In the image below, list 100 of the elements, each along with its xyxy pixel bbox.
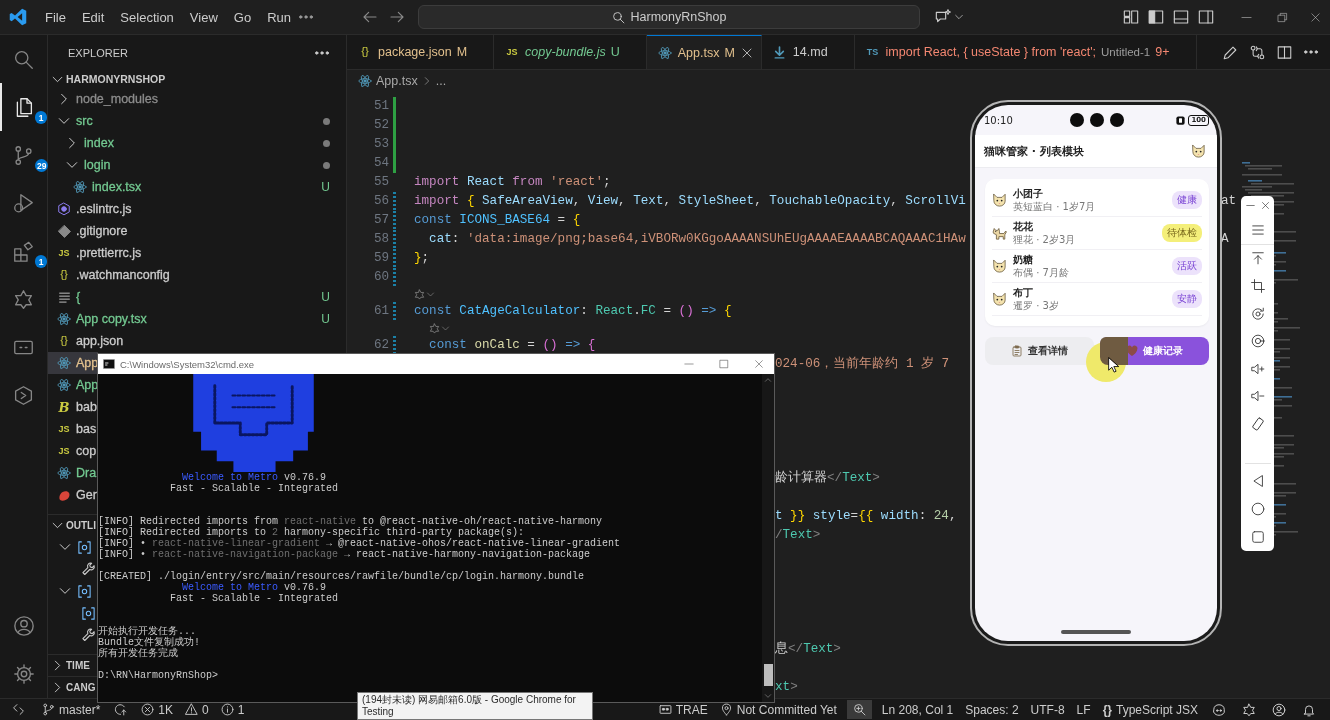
search-icon[interactable] bbox=[13, 48, 34, 70]
publish-icon[interactable] bbox=[114, 703, 128, 716]
bell-icon[interactable] bbox=[1302, 702, 1316, 717]
align-top-icon[interactable] bbox=[1250, 251, 1265, 266]
source-control-icon[interactable] bbox=[13, 144, 34, 166]
camera-cutout-icon bbox=[1109, 113, 1124, 127]
file-tree-item[interactable]: Dra bbox=[48, 462, 97, 484]
section-header[interactable]: CANG bbox=[48, 677, 96, 698]
scrollbar-thumb[interactable] bbox=[763, 664, 773, 686]
problem-count[interactable]: 0 bbox=[179, 702, 215, 717]
react-icon bbox=[657, 45, 672, 60]
robot-face-icon[interactable] bbox=[1212, 702, 1226, 717]
sidebar-toggle-icon[interactable] bbox=[1148, 9, 1164, 25]
section-header[interactable]: HARMONYRNSHOP bbox=[48, 70, 166, 88]
file-tree-item[interactable]: JS .prettierrc.js bbox=[48, 242, 142, 264]
star-icon[interactable] bbox=[429, 322, 440, 334]
crop-icon[interactable] bbox=[1250, 279, 1265, 293]
problem-count[interactable]: 1 bbox=[214, 702, 251, 717]
breadcrumb-item[interactable]: ... bbox=[435, 74, 447, 88]
variable-icon[interactable] bbox=[77, 539, 92, 555]
file-tree-item[interactable]: login bbox=[48, 154, 346, 176]
file-tree-item[interactable]: .gitignore bbox=[48, 220, 128, 242]
close-icon[interactable] bbox=[740, 46, 753, 59]
editor-tab[interactable]: App.tsx M bbox=[646, 35, 762, 69]
status-item[interactable]: Not Committed Yet bbox=[713, 702, 843, 717]
back-icon[interactable] bbox=[362, 9, 378, 25]
zoom-button[interactable] bbox=[846, 700, 872, 719]
code-fragment: A bbox=[1221, 231, 1229, 246]
line-number: 62 bbox=[373, 337, 389, 352]
wrench-icon[interactable] bbox=[81, 561, 96, 577]
chat-sparkle-icon[interactable] bbox=[935, 9, 951, 25]
section-header[interactable]: OUTLI bbox=[48, 515, 96, 536]
compare-icon[interactable] bbox=[1250, 44, 1265, 60]
hexagon-icon[interactable] bbox=[13, 384, 34, 406]
menu-item[interactable]: Go bbox=[225, 6, 260, 28]
menu-item[interactable]: Edit bbox=[73, 6, 113, 28]
branch-indicator[interactable]: master* bbox=[36, 702, 107, 717]
search-field[interactable]: HarmonyRnShop bbox=[418, 5, 920, 29]
file-tree-item[interactable]: {} .watchmanconfig bbox=[48, 264, 170, 286]
file-tree-item[interactable]: src bbox=[48, 110, 346, 132]
status-item[interactable]: Spaces: 2 bbox=[959, 702, 1025, 717]
chevron-icon[interactable] bbox=[954, 12, 964, 22]
file-tree-item[interactable]: { U bbox=[48, 286, 346, 308]
star-icon[interactable] bbox=[13, 288, 34, 310]
pencil-icon[interactable] bbox=[1223, 44, 1238, 60]
split-editor-icon[interactable] bbox=[1277, 44, 1292, 60]
volume-up-icon[interactable] bbox=[1250, 361, 1265, 376]
rotate-icon[interactable] bbox=[1250, 306, 1265, 321]
status-item[interactable]: UTF-8 bbox=[1024, 702, 1071, 717]
action-button[interactable]: 查看详情 bbox=[985, 337, 1094, 365]
home-icon[interactable] bbox=[1250, 502, 1265, 516]
file-tree-item[interactable]: Ger bbox=[48, 484, 97, 506]
file-tree-item[interactable]: App copy.tsx U bbox=[48, 308, 346, 330]
breadcrumb-item[interactable]: App.tsx bbox=[357, 73, 418, 89]
file-tree-item[interactable]: node_modules bbox=[48, 88, 158, 110]
file-tree-item[interactable]: App bbox=[48, 374, 99, 396]
file-tree-item[interactable]: index.tsx U bbox=[48, 176, 346, 198]
star-icon[interactable] bbox=[1242, 702, 1256, 717]
menu-item[interactable]: Run bbox=[259, 6, 299, 28]
file-tree-item[interactable]: .eslintrc.js bbox=[48, 198, 132, 220]
secondary-sidebar-icon[interactable] bbox=[1198, 9, 1214, 25]
wrench-icon[interactable] bbox=[81, 627, 96, 643]
layout-icon[interactable] bbox=[1123, 9, 1139, 25]
rotate-device-icon[interactable] bbox=[1250, 416, 1265, 431]
problem-count[interactable]: 1K bbox=[135, 702, 180, 717]
variable-icon[interactable] bbox=[81, 605, 96, 621]
file-tree-item[interactable]: {} app.json bbox=[48, 330, 124, 352]
account-icon[interactable] bbox=[1272, 702, 1286, 717]
extensions-icon[interactable] bbox=[13, 240, 34, 262]
file-tree-item[interactable]: App bbox=[48, 352, 99, 374]
variable-icon[interactable] bbox=[77, 583, 92, 599]
menu-item[interactable]: View bbox=[181, 6, 226, 28]
menu-item[interactable]: File bbox=[37, 6, 74, 28]
recents-icon[interactable] bbox=[1250, 530, 1265, 544]
section-header[interactable]: TIME bbox=[48, 655, 90, 676]
run-debug-icon[interactable] bbox=[13, 192, 34, 214]
file-tree-item[interactable]: B bab bbox=[48, 396, 97, 418]
menu-item[interactable]: Selection bbox=[112, 6, 182, 28]
star-icon[interactable] bbox=[414, 288, 425, 300]
close-icon[interactable] bbox=[1260, 200, 1270, 210]
panel-toggle-icon[interactable] bbox=[1173, 9, 1189, 25]
angle-brackets-icon[interactable] bbox=[11, 703, 25, 716]
close-icon[interactable] bbox=[1309, 11, 1321, 23]
restore-icon[interactable] bbox=[1276, 11, 1288, 23]
settings-icon[interactable] bbox=[12, 663, 35, 685]
forward-icon[interactable] bbox=[389, 9, 405, 25]
account-icon[interactable] bbox=[12, 615, 35, 637]
status-item[interactable]: TRAE bbox=[652, 702, 714, 717]
file-tree-item[interactable]: JS cop bbox=[48, 440, 97, 462]
file-tree-item[interactable]: JS bas bbox=[48, 418, 97, 440]
maximize-icon[interactable] bbox=[719, 359, 729, 369]
volume-down-icon[interactable] bbox=[1250, 389, 1265, 404]
record-icon[interactable] bbox=[1250, 334, 1265, 349]
file-tree-item[interactable]: index bbox=[48, 132, 346, 154]
scrollbar[interactable] bbox=[762, 374, 774, 702]
terminal-line: [INFO] Redirected imports from react-native to @react-native-oh/react-native-harmony bbox=[98, 516, 603, 527]
language-mode[interactable]: {} TypeScript JSX bbox=[1096, 702, 1204, 717]
status-item[interactable]: LF bbox=[1070, 702, 1097, 717]
status-item[interactable]: Ln 208, Col 1 bbox=[875, 702, 960, 717]
menu-icon[interactable] bbox=[1250, 223, 1265, 238]
